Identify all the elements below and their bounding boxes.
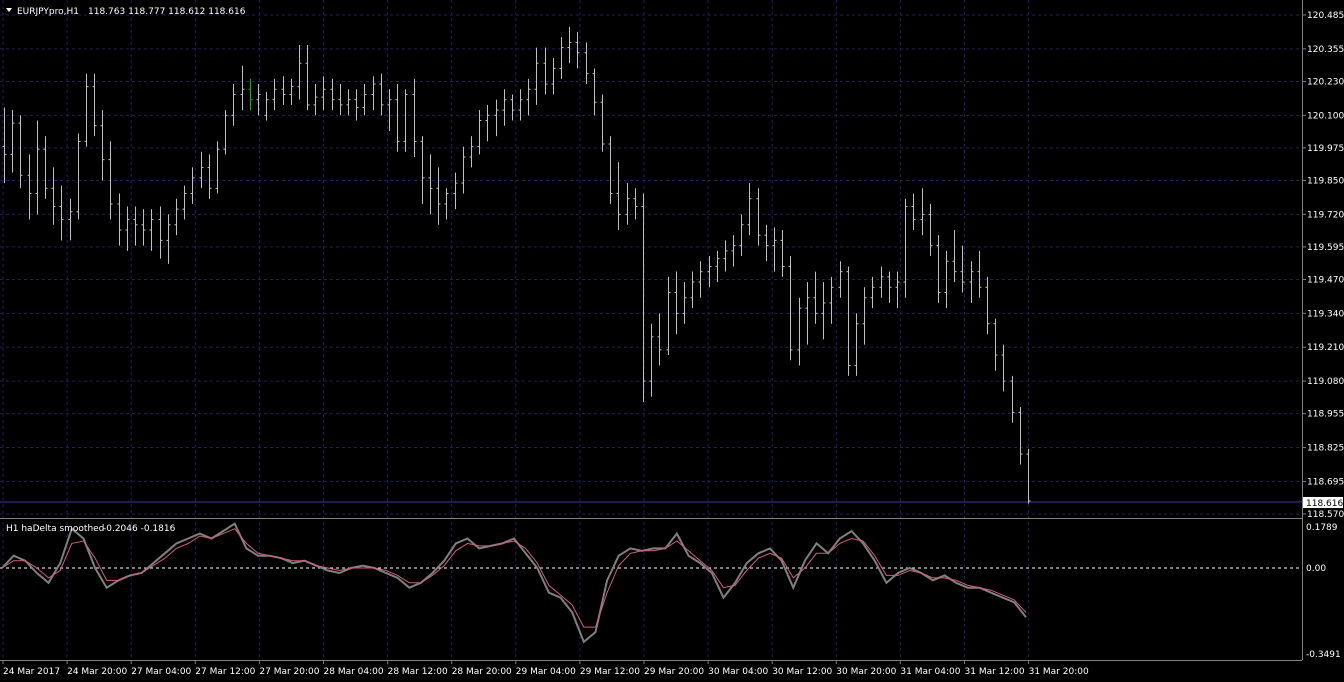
time-label: 28 Mar 04:00 [324, 667, 384, 677]
time-label: 30 Mar 04:00 [708, 667, 768, 677]
price-label: 119.080 [1307, 377, 1344, 387]
price-label: 119.340 [1307, 309, 1344, 319]
symbol-title: EURJPYpro,H1 [17, 7, 79, 17]
price-label: 120.230 [1307, 77, 1344, 87]
time-label: 27 Mar 12:00 [195, 667, 255, 677]
time-label: 27 Mar 20:00 [259, 667, 319, 677]
time-label: 28 Mar 20:00 [452, 667, 512, 677]
price-label: 120.485 [1307, 11, 1344, 21]
time-label: 24 Mar 2017 [3, 667, 60, 677]
indicator-scale-bottom: -0.3491 [1306, 650, 1341, 660]
time-label: 29 Mar 12:00 [580, 667, 640, 677]
time-label: 30 Mar 12:00 [772, 667, 832, 677]
price-label: 118.695 [1307, 477, 1344, 487]
time-label: 29 Mar 04:00 [516, 667, 576, 677]
time-label: 27 Mar 04:00 [131, 667, 191, 677]
price-label: 120.100 [1307, 111, 1344, 121]
indicator-values: -0.2046 -0.1816 [103, 524, 176, 534]
price-label: 119.975 [1307, 144, 1344, 154]
indicator-title: H1 haDelta smoothed [6, 524, 104, 534]
time-label: 28 Mar 12:00 [388, 667, 448, 677]
price-label: 120.355 [1307, 45, 1344, 55]
time-label: 31 Mar 12:00 [965, 667, 1025, 677]
price-label: 119.210 [1307, 343, 1344, 353]
price-label: 118.825 [1307, 444, 1344, 454]
price-label: 119.470 [1307, 275, 1344, 285]
time-label: 31 Mar 04:00 [900, 667, 960, 677]
price-label: 118.570 [1307, 510, 1344, 520]
price-label: 118.955 [1307, 410, 1344, 420]
background [0, 0, 1344, 682]
price-label: 119.595 [1307, 243, 1344, 253]
price-label: 119.850 [1307, 176, 1344, 186]
indicator-scale-zero: 0.00 [1306, 564, 1326, 574]
ohlc-values: 118.763 118.777 118.612 118.616 [88, 7, 246, 17]
time-label: 24 Mar 20:00 [67, 667, 127, 677]
time-label: 30 Mar 20:00 [836, 667, 896, 677]
price-label: 119.720 [1307, 210, 1344, 220]
time-label: 29 Mar 20:00 [644, 667, 704, 677]
chart-canvas[interactable]: 120.485 120.355 120.230 120.100 119.975 119.8… [0, 0, 1344, 682]
current-price-label: 118.616 [1306, 499, 1343, 509]
time-label: 31 Mar 20:00 [1029, 667, 1089, 677]
indicator-scale-top: 0.1789 [1306, 523, 1338, 533]
